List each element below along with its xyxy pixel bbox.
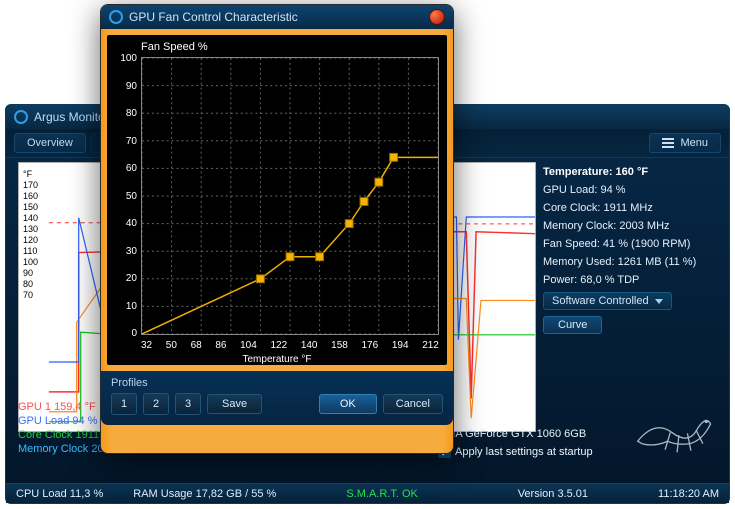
info-power: Power: 68,0 % TDP <box>543 274 721 286</box>
status-time: 11:18:20 AM <box>658 488 719 500</box>
app-logo-icon <box>14 110 28 124</box>
dialog-logo-icon <box>109 10 123 24</box>
ok-button[interactable]: OK <box>319 394 377 414</box>
dialog-titlebar[interactable]: GPU Fan Control Characteristic <box>101 5 453 29</box>
menu-button[interactable]: Menu <box>649 133 721 153</box>
fan-curve-dialog: GPU Fan Control Characteristic Fan Speed… <box>100 4 454 454</box>
status-cpu: CPU Load 11,3 % <box>16 488 103 500</box>
dialog-close-button[interactable] <box>429 9 445 25</box>
dialog-footer: Profiles 1 2 3 Save OK Cancel <box>101 371 453 425</box>
chart-ylabel: Fan Speed % <box>141 41 437 53</box>
info-mem-clock: Memory Clock: 2003 MHz <box>543 220 721 232</box>
info-temperature: Temperature: 160 °F <box>543 166 721 178</box>
cancel-button[interactable]: Cancel <box>383 394 443 414</box>
menu-label: Menu <box>680 137 708 149</box>
info-core-clock: Core Clock: 1911 MHz <box>543 202 721 214</box>
info-gpu-load: GPU Load: 94 % <box>543 184 721 196</box>
apply-at-startup-row[interactable]: Apply last settings at startup <box>438 445 593 458</box>
status-ram: RAM Usage 17,82 GB / 55 % <box>133 488 276 500</box>
main-title: Argus Monitor <box>34 110 109 124</box>
status-smart: S.M.A.R.T. OK <box>346 488 418 500</box>
dialog-title: GPU Fan Control Characteristic <box>129 10 298 24</box>
save-button[interactable]: Save <box>207 394 262 414</box>
profile-3-button[interactable]: 3 <box>175 393 201 415</box>
apply-at-startup-label: Apply last settings at startup <box>455 446 593 458</box>
chart-yticks: 10090 8070 6050 4030 2010 0 <box>109 53 137 339</box>
curve-button[interactable]: Curve <box>543 316 602 334</box>
chart-svg-icon <box>142 58 438 334</box>
status-bar: CPU Load 11,3 % RAM Usage 17,82 GB / 55 … <box>6 483 729 503</box>
chart-xticks: 3250 6886 104122 140158 176194 212 <box>141 340 439 351</box>
profile-2-button[interactable]: 2 <box>143 393 169 415</box>
chevron-down-icon <box>655 299 663 304</box>
hamburger-icon <box>662 138 674 148</box>
info-mem-used: Memory Used: 1261 MB (11 %) <box>543 256 721 268</box>
profile-1-button[interactable]: 1 <box>111 393 137 415</box>
info-fan-speed: Fan Speed: 41 % (1900 RPM) <box>543 238 721 250</box>
tab-overview[interactable]: Overview <box>14 133 86 153</box>
lizard-logo-icon <box>627 394 717 454</box>
chart-xlabel: Temperature °F <box>107 354 447 365</box>
status-version: Version 3.5.01 <box>518 488 588 500</box>
fan-mode-select[interactable]: Software Controlled <box>543 292 672 310</box>
gpu-info-panel: Temperature: 160 °F GPU Load: 94 % Core … <box>543 166 721 340</box>
chart-plot-area[interactable] <box>141 57 439 335</box>
fan-curve-chart: Fan Speed % 10090 8070 6050 4030 2010 0 … <box>107 35 447 365</box>
fan-mode-value: Software Controlled <box>552 295 649 307</box>
profiles-label: Profiles <box>111 377 443 389</box>
